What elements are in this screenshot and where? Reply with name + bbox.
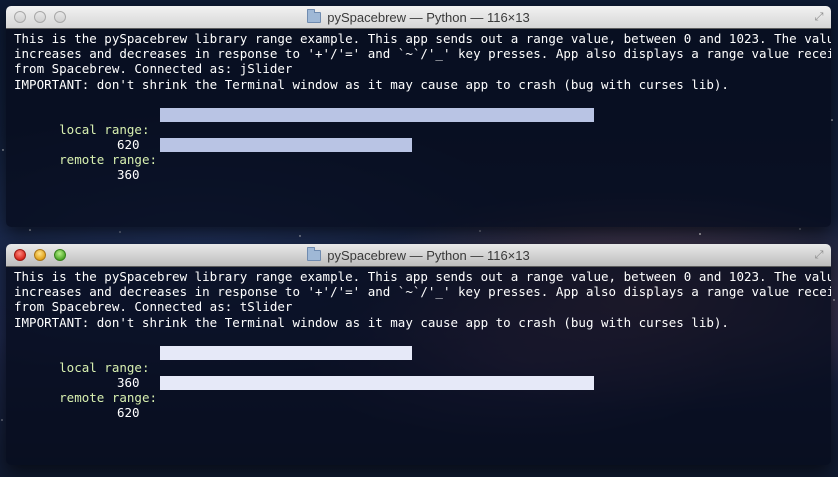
- remote-range-bar: [160, 375, 594, 390]
- remote-range-bar: [160, 137, 412, 152]
- connection-line: from Spacebrew. Connected as: tSlider: [14, 299, 293, 315]
- warning-line: IMPORTANT: don't shrink the Terminal win…: [14, 76, 729, 92]
- folder-icon: [307, 246, 322, 261]
- fullscreen-icon[interactable]: ⤢: [813, 249, 825, 261]
- remote-range-label: remote range:: [59, 390, 157, 406]
- terminal-content[interactable]: This is the pySpacebrew library range ex…: [6, 29, 831, 227]
- terminal-window-tslider[interactable]: pySpacebrew — Python — 116×13 ⤢ This is …: [6, 244, 831, 465]
- local-range-bar: [160, 107, 594, 122]
- remote-range-value: 360: [117, 167, 140, 183]
- intro-line: increases and decreases in response to '…: [14, 284, 831, 300]
- intro-line: This is the pySpacebrew library range ex…: [14, 269, 831, 284]
- local-range-bar: [160, 345, 412, 360]
- local-range-label: local range:: [59, 122, 150, 138]
- window-titlebar[interactable]: pySpacebrew — Python — 116×13 ⤢: [6, 6, 831, 29]
- terminal-content[interactable]: This is the pySpacebrew library range ex…: [6, 267, 831, 465]
- intro-line: increases and decreases in response to '…: [14, 46, 831, 62]
- local-range-label: local range:: [59, 360, 150, 376]
- remote-range-value: 620: [117, 405, 140, 421]
- window-title: pySpacebrew — Python — 116×13: [327, 247, 530, 263]
- window-title: pySpacebrew — Python — 116×13: [327, 9, 530, 25]
- connection-line: from Spacebrew. Connected as: jSlider: [14, 61, 293, 77]
- intro-line: This is the pySpacebrew library range ex…: [14, 31, 831, 46]
- terminal-window-jslider[interactable]: pySpacebrew — Python — 116×13 ⤢ This is …: [6, 6, 831, 227]
- fullscreen-icon[interactable]: ⤢: [813, 11, 825, 23]
- local-range-row: local range: 360: [14, 345, 823, 390]
- warning-line: IMPORTANT: don't shrink the Terminal win…: [14, 314, 729, 330]
- local-range-row: local range: 620: [14, 107, 823, 152]
- remote-range-row: remote range: 620: [14, 375, 823, 420]
- remote-range-row: remote range: 360: [14, 137, 823, 182]
- remote-range-label: remote range:: [59, 152, 157, 168]
- window-titlebar[interactable]: pySpacebrew — Python — 116×13 ⤢: [6, 244, 831, 267]
- folder-icon: [307, 8, 322, 23]
